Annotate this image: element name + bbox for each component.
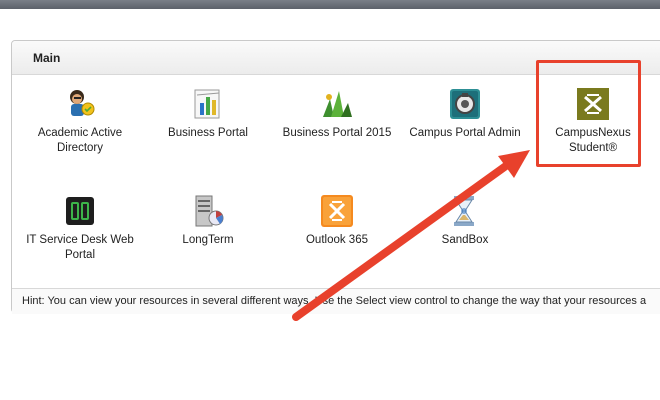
annotation-arrow — [292, 150, 530, 321]
